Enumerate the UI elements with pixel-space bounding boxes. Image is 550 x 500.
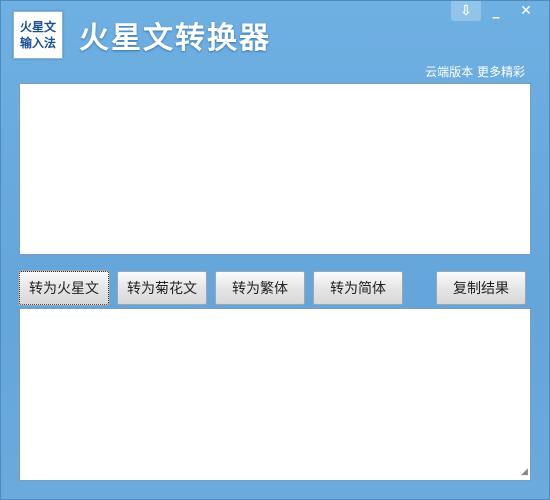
logo-line-1: 火星文 [19,20,56,34]
to-simplified-button[interactable]: 转为简体 [313,271,403,305]
to-martian-button[interactable]: 转为火星文 [18,270,110,306]
to-traditional-button[interactable]: 转为繁体 [215,271,305,305]
menu-dropdown-icon[interactable]: ⇩ [451,1,481,21]
minimize-icon[interactable]: _ [481,1,511,21]
cloud-version-link[interactable]: 云端版本 更多精彩 [425,63,525,80]
window-controls: ⇩ _ ✕ [451,1,541,21]
to-chrysanthemum-button[interactable]: 转为菊花文 [117,271,207,305]
input-text-area-container [19,83,531,255]
logo-line-2: 输入法 [19,36,56,50]
app-logo: 火星文 输入法 [13,11,63,59]
copy-result-button[interactable]: 复制结果 [436,271,526,305]
output-text-area-container [19,308,531,481]
resize-grip-icon[interactable]: ◢ [521,467,531,477]
input-text-area[interactable] [20,84,530,254]
app-window: 火星文 输入法 火星文转换器 ⇩ _ ✕ 云端版本 更多精彩 转为火星文 转为菊… [0,0,550,500]
app-title: 火星文转换器 [79,21,271,56]
output-text-area[interactable] [20,309,530,480]
close-icon[interactable]: ✕ [511,1,541,21]
